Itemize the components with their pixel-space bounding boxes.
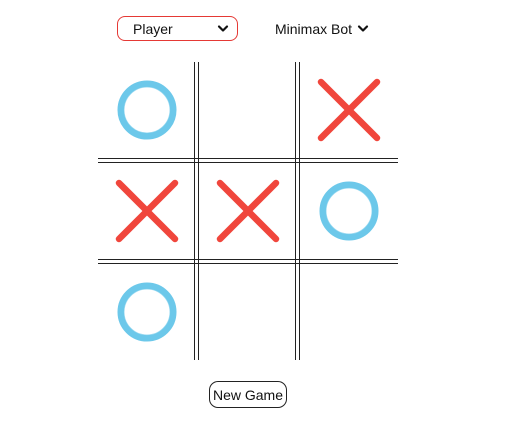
game-board xyxy=(98,61,398,361)
grid-line-horizontal xyxy=(98,158,398,163)
player-select[interactable]: Player xyxy=(117,16,238,41)
board-cell-8[interactable] xyxy=(201,265,295,359)
x-mark-icon xyxy=(317,78,381,142)
o-mark-icon xyxy=(117,80,177,140)
grid-line-horizontal xyxy=(98,259,398,264)
board-cell-3[interactable] xyxy=(302,63,396,157)
board-cell-7[interactable] xyxy=(100,265,194,359)
player-select-value: Player xyxy=(133,20,173,37)
o-mark-icon xyxy=(117,282,177,342)
board-cell-5[interactable] xyxy=(201,164,295,258)
board-cell-1[interactable] xyxy=(100,63,194,157)
grid-line-vertical xyxy=(295,62,300,360)
opponent-select[interactable]: Minimax Bot xyxy=(275,18,375,40)
x-mark-icon xyxy=(216,179,280,243)
new-game-button[interactable]: New Game xyxy=(209,381,287,408)
o-mark-icon xyxy=(319,181,379,241)
x-mark-icon xyxy=(115,179,179,243)
grid-line-vertical xyxy=(194,62,199,360)
chevron-down-icon xyxy=(217,24,229,34)
board-cell-6[interactable] xyxy=(302,164,396,258)
board-cell-2[interactable] xyxy=(201,63,295,157)
board-cell-9[interactable] xyxy=(302,265,396,359)
tic-tac-toe-app: Player Minimax Bot New Game xyxy=(0,0,509,433)
opponent-select-value: Minimax Bot xyxy=(275,21,353,37)
chevron-down-icon xyxy=(357,24,369,34)
board-cell-4[interactable] xyxy=(100,164,194,258)
